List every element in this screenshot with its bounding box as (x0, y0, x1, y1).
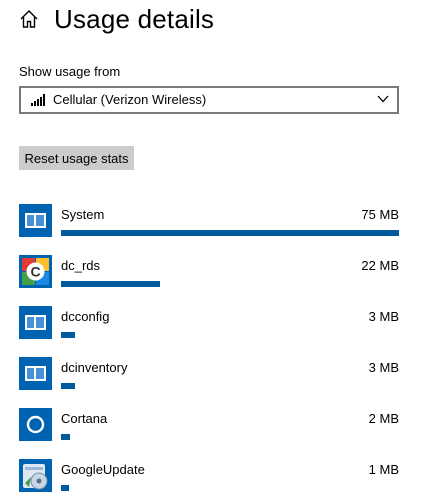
app-usage-value: 2 MB (368, 411, 399, 426)
home-icon[interactable] (18, 8, 40, 30)
usage-bar (61, 332, 399, 338)
app-usage-value: 22 MB (361, 258, 399, 273)
app-row-dc-rds: C dc_rds 22 MB (0, 251, 424, 295)
cortana-app-icon (19, 408, 52, 441)
svg-text:C: C (30, 264, 40, 280)
header: Usage details (0, 0, 424, 40)
app-row-system: System 75 MB (0, 200, 424, 244)
usage-source-value: Cellular (Verizon Wireless) (53, 92, 207, 107)
app-row-dcconfig: dcconfig 3 MB (0, 302, 424, 346)
app-name: GoogleUpdate (61, 462, 145, 477)
dcconfig-app-icon (19, 306, 52, 339)
usage-bar-fill (61, 230, 399, 236)
app-name: Cortana (61, 411, 108, 426)
app-usage-value: 3 MB (368, 360, 399, 375)
usage-bar-fill (61, 485, 69, 491)
app-row-dcinventory: dcinventory 3 MB (0, 353, 424, 397)
usage-bar-fill (61, 434, 70, 440)
usage-bar (61, 485, 399, 491)
reset-usage-stats-button[interactable]: Reset usage stats (19, 146, 134, 170)
usage-bar-fill (61, 383, 75, 389)
app-row-cortana: Cortana 2 MB (0, 404, 424, 448)
app-name: dcconfig (61, 309, 110, 324)
usage-bar (61, 434, 399, 440)
usage-bar (61, 281, 399, 287)
app-row-google-update: GoogleUpdate 1 MB (0, 455, 424, 499)
usage-source-dropdown[interactable]: Cellular (Verizon Wireless) (19, 86, 399, 114)
google-update-app-icon (19, 459, 52, 492)
chevron-down-icon (377, 95, 389, 103)
app-name: dc_rds (61, 258, 101, 273)
app-usage-value: 1 MB (368, 462, 399, 477)
system-app-icon (19, 204, 52, 237)
usage-bar (61, 383, 399, 389)
usage-bar (61, 230, 399, 236)
app-usage-value: 75 MB (361, 207, 399, 222)
app-name: System (61, 207, 105, 222)
dc-rds-app-icon: C (19, 255, 52, 288)
app-name: dcinventory (61, 360, 128, 375)
app-usage-value: 3 MB (368, 309, 399, 324)
page-title: Usage details (54, 4, 215, 34)
show-usage-label: Show usage from (19, 64, 121, 79)
usage-bar-fill (61, 332, 75, 338)
dcinventory-app-icon (19, 357, 52, 390)
cellular-signal-icon (31, 94, 45, 106)
usage-bar-fill (61, 281, 160, 287)
